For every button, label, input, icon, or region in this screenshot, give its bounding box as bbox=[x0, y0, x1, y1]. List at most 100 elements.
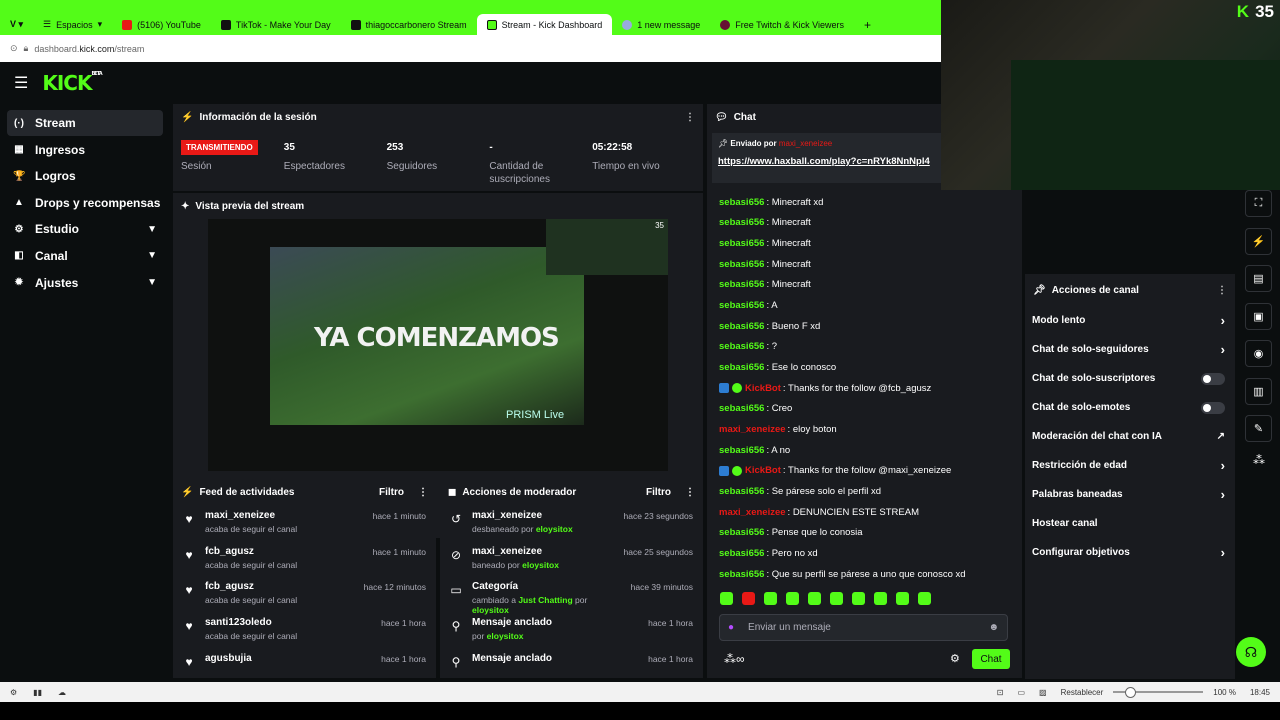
new-tab-button[interactable]: + bbox=[854, 14, 881, 35]
bot-icon[interactable]: ⁂ bbox=[1245, 453, 1275, 467]
chat-icon[interactable]: ▣ bbox=[1245, 302, 1272, 330]
more-options-icon[interactable]: ⋮ bbox=[685, 112, 695, 123]
chat-username[interactable]: maxi_xeneizee bbox=[719, 507, 786, 518]
emote-icon[interactable] bbox=[764, 592, 777, 605]
chat-username[interactable]: sebasi656 bbox=[719, 300, 764, 311]
zoom-slider[interactable] bbox=[1113, 687, 1204, 698]
sidebar-item-ajustes[interactable]: ✹ Ajustes ▼ bbox=[7, 270, 163, 296]
chat-username[interactable]: sebasi656 bbox=[719, 403, 764, 414]
tab-free-viewers[interactable]: Free Twitch & Kick Viewers bbox=[710, 14, 854, 35]
channel-action-item[interactable]: Restricción de edad › bbox=[1025, 451, 1235, 480]
channel-action-item[interactable]: Chat de solo-suscriptores bbox=[1025, 364, 1235, 393]
more-options-icon[interactable]: ⋮ bbox=[685, 487, 695, 498]
sidebar-item-canal[interactable]: ◧ Canal ▼ bbox=[7, 243, 163, 269]
tab-new-message[interactable]: 1 new message bbox=[612, 14, 710, 35]
gift-icon: ▲ bbox=[14, 197, 24, 209]
channel-action-item[interactable]: Chat de solo-emotes bbox=[1025, 393, 1235, 422]
kick-logo[interactable]: KICKBETA bbox=[42, 71, 102, 95]
feed-filter-button[interactable]: Filtro bbox=[379, 487, 404, 498]
pinned-message[interactable]: 📌︎ Enviado por maxi_xeneizee https://www… bbox=[712, 133, 942, 183]
gear-icon[interactable]: ⚙ bbox=[950, 652, 960, 665]
chat-username[interactable]: sebasi656 bbox=[719, 341, 764, 352]
channel-action-item[interactable]: Configurar objetivos › bbox=[1025, 538, 1235, 567]
emote-icon[interactable] bbox=[830, 592, 843, 605]
channel-action-item[interactable]: Modo lento › bbox=[1025, 306, 1235, 335]
microphone-icon[interactable]: ● bbox=[728, 622, 734, 633]
toggle-switch[interactable] bbox=[1201, 401, 1225, 414]
tab-channel-stream[interactable]: thiagoccarbonero Stream bbox=[341, 14, 477, 35]
emote-icon[interactable] bbox=[720, 592, 733, 605]
pinned-link[interactable]: https://www.haxball.com/play?c=nRYk8NnNp… bbox=[718, 156, 936, 167]
chat-username[interactable]: sebasi656 bbox=[719, 321, 764, 332]
sidebar-item-estudio[interactable]: ⚙ Estudio ▼ bbox=[7, 216, 163, 242]
channel-action-item[interactable]: Hostear canal bbox=[1025, 509, 1235, 538]
wrench-icon[interactable]: ✎ bbox=[1245, 415, 1272, 442]
chat-username[interactable]: sebasi656 bbox=[719, 362, 764, 373]
layout-icon[interactable]: ▥ bbox=[1245, 377, 1272, 405]
channel-action-item[interactable]: Palabras baneadas › bbox=[1025, 480, 1235, 509]
chat-username[interactable]: sebasi656 bbox=[719, 279, 764, 290]
tile-icon[interactable]: ▭ bbox=[1017, 688, 1025, 697]
reload-icon[interactable]: ⊙ bbox=[10, 43, 18, 54]
chat-message: sebasi656: Minecraft bbox=[712, 233, 1012, 254]
help-button[interactable]: ☊ bbox=[1236, 637, 1266, 667]
broadcast-icon[interactable]: ◉ bbox=[1245, 340, 1272, 367]
chat-username[interactable]: sebasi656 bbox=[719, 548, 764, 559]
sidebar-item-stream[interactable]: (·) Stream bbox=[7, 110, 163, 136]
chat-username[interactable]: sebasi656 bbox=[719, 527, 764, 538]
chat-username[interactable]: sebasi656 bbox=[719, 486, 764, 497]
chat-username[interactable]: sebasi656 bbox=[719, 217, 764, 228]
sidebar-item-drops[interactable]: ▲ Drops y recompensas bbox=[7, 190, 163, 216]
document-icon[interactable]: ▤ bbox=[1245, 265, 1272, 292]
chat-username[interactable]: sebasi656 bbox=[719, 238, 764, 249]
browser-menu-button[interactable]: V ▾ bbox=[0, 14, 33, 35]
prism-logo: PRISM Live bbox=[506, 409, 565, 421]
chat-username[interactable]: sebasi656 bbox=[719, 259, 764, 270]
stream-preview-video[interactable]: YA COMENZAMOS 35 PRISM Live bbox=[208, 219, 668, 471]
chat-text: : Bueno F xd bbox=[766, 320, 821, 332]
tab-tiktok[interactable]: TikTok - Make Your Day bbox=[211, 14, 341, 35]
stat-followers: 253 Seguidores bbox=[386, 141, 438, 173]
emote-icon[interactable] bbox=[852, 592, 865, 605]
chat-username[interactable]: maxi_xeneizee bbox=[719, 424, 786, 435]
more-options-icon[interactable]: ⋮ bbox=[1217, 285, 1227, 296]
reset-zoom-button[interactable]: Restablecer bbox=[1061, 688, 1104, 697]
panel-icon[interactable]: ▮▮ bbox=[33, 688, 42, 697]
emote-icon[interactable] bbox=[918, 592, 931, 605]
emote-icon[interactable] bbox=[742, 592, 755, 605]
channel-actions-panel: 📌︎ Acciones de canal ⋮ Modo lento › Chat de … bbox=[1025, 274, 1235, 679]
emoji-icon[interactable]: ☻ bbox=[988, 622, 999, 633]
chat-username[interactable]: sebasi656 bbox=[719, 569, 764, 580]
chat-input[interactable]: ● Enviar un mensaje ☻ bbox=[719, 614, 1008, 641]
settings-icon[interactable]: ⚙ bbox=[10, 688, 17, 697]
action-label: Restricción de edad bbox=[1032, 460, 1128, 471]
sidebar-item-logros[interactable]: 🏆 Logros bbox=[7, 163, 163, 189]
emote-icon[interactable] bbox=[808, 592, 821, 605]
chat-username[interactable]: sebasi656 bbox=[719, 445, 764, 456]
bot-emotes-icon[interactable]: ⁂∞ bbox=[724, 652, 745, 666]
emote-icon[interactable] bbox=[786, 592, 799, 605]
tab-kick-dashboard[interactable]: Stream - Kick Dashboard bbox=[476, 14, 613, 35]
fullscreen-icon[interactable]: ⛶ bbox=[1245, 190, 1272, 217]
channel-action-item[interactable]: Moderación del chat con IA ↗ bbox=[1025, 422, 1235, 451]
send-chat-button[interactable]: Chat bbox=[972, 649, 1010, 669]
image-icon[interactable]: ▨ bbox=[1039, 688, 1047, 697]
tab-youtube[interactable]: (5106) YouTube bbox=[112, 14, 211, 35]
mod-filter-button[interactable]: Filtro bbox=[646, 487, 671, 498]
bolt-icon[interactable]: ⚡ bbox=[1245, 227, 1272, 255]
hamburger-menu-icon[interactable]: ☰ bbox=[14, 73, 28, 93]
chat-username[interactable]: KickBot bbox=[745, 465, 781, 476]
chat-username[interactable]: KickBot bbox=[745, 383, 781, 394]
tab-spaces[interactable]: ☰ Espacios ▾ bbox=[33, 14, 112, 35]
sidebar-item-ingresos[interactable]: ▦ Ingresos bbox=[7, 137, 163, 163]
more-options-icon[interactable]: ⋮ bbox=[418, 487, 428, 498]
channel-action-item[interactable]: Chat de solo-seguidores › bbox=[1025, 335, 1235, 364]
chat-message: sebasi656: Creo bbox=[712, 399, 1012, 420]
emote-icon[interactable] bbox=[896, 592, 909, 605]
emote-icon[interactable] bbox=[874, 592, 887, 605]
chat-username[interactable]: sebasi656 bbox=[719, 197, 764, 208]
address-bar[interactable]: ⊙ 🔒︎ dashboard.kick.com/stream bbox=[0, 35, 941, 62]
toggle-switch[interactable] bbox=[1201, 372, 1225, 385]
capture-icon[interactable]: ⊡ bbox=[997, 688, 1004, 697]
cloud-icon[interactable]: ☁ bbox=[58, 688, 66, 697]
